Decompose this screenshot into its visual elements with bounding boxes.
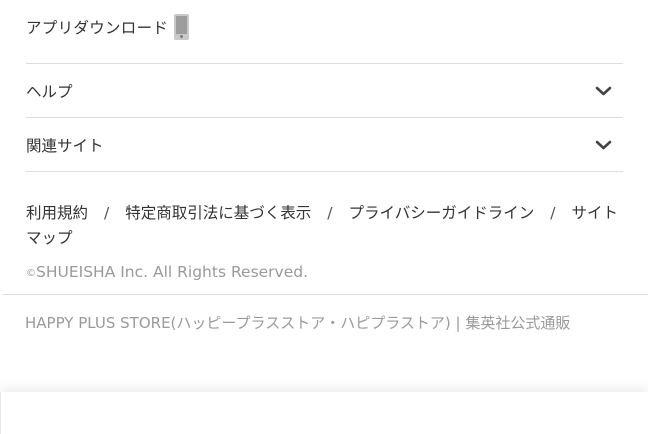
copyright-text: SHUEISHA Inc. All Rights Reserved. [36, 263, 309, 281]
bottom-bar [0, 392, 648, 434]
chevron-down-icon [595, 86, 612, 95]
link-separator: / [550, 204, 556, 222]
smartphone-icon [174, 14, 190, 40]
link-terms[interactable]: 利用規約 [26, 204, 88, 222]
accordion-related-sites[interactable]: 関連サイト [26, 118, 623, 171]
chevron-down-icon [595, 140, 612, 149]
divider [26, 171, 623, 172]
copyright-symbol: © [26, 268, 36, 279]
link-separator: / [104, 204, 110, 222]
app-download-label: アプリダウンロード [26, 19, 169, 37]
accordion-help[interactable]: ヘルプ [26, 64, 623, 117]
divider [3, 294, 648, 295]
link-commercial-law[interactable]: 特定商取引法に基づく表示 [125, 204, 311, 222]
copyright: ©SHUEISHA Inc. All Rights Reserved. [26, 263, 308, 281]
app-download-link[interactable]: アプリダウンロード [26, 12, 190, 42]
link-separator: / [327, 204, 333, 222]
link-privacy[interactable]: プライバシーガイドライン [349, 204, 535, 222]
footer-links: 利用規約 / 特定商取引法に基づく表示 / プライバシーガイドライン / サイトマップ [26, 201, 623, 251]
store-name: HAPPY PLUS STORE(ハッピープラスストア・ハピプラストア) | 集… [25, 314, 571, 332]
accordion-help-label: ヘルプ [26, 82, 73, 101]
accordion-related-sites-label: 関連サイト [26, 136, 104, 155]
